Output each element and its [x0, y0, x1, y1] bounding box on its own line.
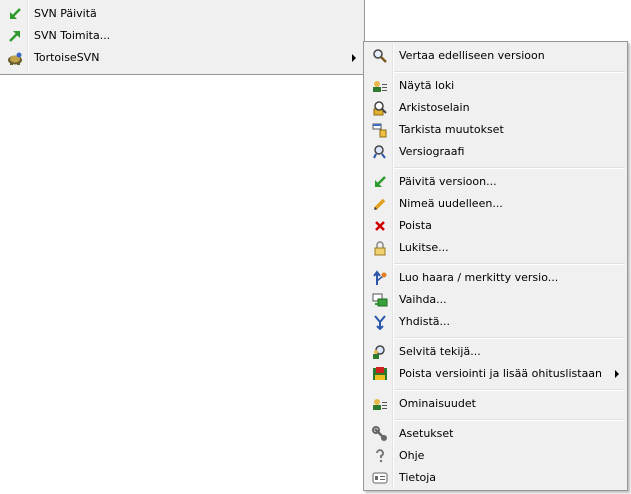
tortoisesvn-icon [7, 50, 23, 66]
menu-separator [394, 71, 625, 73]
blame-icon [372, 344, 388, 360]
update-to-revision-menu-item[interactable]: Päivitä versioon... [366, 171, 625, 193]
menu-separator [394, 337, 625, 339]
menu-separator [394, 419, 625, 421]
menu-separator [394, 167, 625, 169]
menu-item-label: Tarkista muutokset [399, 123, 504, 136]
about-menu-item[interactable]: Tietoja [366, 467, 625, 489]
menu-item-label: Poista [399, 219, 432, 232]
menu-separator [394, 263, 625, 265]
help-icon [372, 448, 388, 464]
tortoisesvn-submenu: Vertaa edelliseen versioon Näytä loki Ar… [363, 41, 628, 491]
lock-icon [372, 240, 388, 256]
svn-update-menu-item[interactable]: SVN Päivitä [1, 3, 362, 25]
menu-item-label: Lukitse... [399, 241, 449, 254]
menu-item-label: Vertaa edelliseen versioon [399, 49, 545, 62]
svn-update-icon [7, 6, 23, 22]
blame-menu-item[interactable]: Selvitä tekijä... [366, 341, 625, 363]
merge-menu-item[interactable]: Yhdistä... [366, 311, 625, 333]
tortoisesvn-menu-item[interactable]: TortoiseSVN [1, 47, 362, 69]
menu-item-label: Selvitä tekijä... [399, 345, 481, 358]
branch-tag-icon [372, 270, 388, 286]
menu-item-label: Vaihda... [399, 293, 447, 306]
menu-item-label: Asetukset [399, 427, 454, 440]
repo-browser-menu-item[interactable]: Arkistoselain [366, 97, 625, 119]
menu-item-label: Yhdistä... [399, 315, 451, 328]
menu-item-label: Luo haara / merkitty versio... [399, 271, 559, 284]
menu-item-label: Ominaisuudet [399, 397, 476, 410]
menu-item-label: Nimeä uudelleen... [399, 197, 503, 210]
log-icon [372, 78, 388, 94]
branch-tag-menu-item[interactable]: Luo haara / merkitty versio... [366, 267, 625, 289]
menu-item-label: TortoiseSVN [34, 51, 100, 64]
svn-commit-menu-item[interactable]: SVN Toimita... [1, 25, 362, 47]
diff-icon [372, 48, 388, 64]
lock-menu-item[interactable]: Lukitse... [366, 237, 625, 259]
menu-item-label: Päivitä versioon... [399, 175, 497, 188]
menu-item-label: SVN Päivitä [34, 7, 97, 20]
repo-browser-icon [372, 100, 388, 116]
delete-icon [372, 218, 388, 234]
unversion-ignore-menu-item[interactable]: Poista versiointi ja lisää ohituslistaan [366, 363, 625, 385]
menu-item-label: Näytä loki [399, 79, 455, 92]
check-modifications-menu-item[interactable]: Tarkista muutokset [366, 119, 625, 141]
submenu-arrow-icon [352, 54, 356, 62]
unversion-ignore-icon [372, 366, 388, 382]
menu-item-label: SVN Toimita... [34, 29, 111, 42]
diff-menu-item[interactable]: Vertaa edelliseen versioon [366, 45, 625, 67]
menu-item-label: Tietoja [399, 471, 437, 484]
revision-graph-icon [372, 144, 388, 160]
settings-icon [372, 426, 388, 442]
menu-item-label: Versiograafi [399, 145, 465, 158]
submenu-arrow-icon [615, 370, 619, 378]
menu-separator [394, 389, 625, 391]
settings-menu-item[interactable]: Asetukset [366, 423, 625, 445]
check-modifications-icon [372, 122, 388, 138]
svn-commit-icon [7, 28, 23, 44]
menu-item-label: Arkistoselain [399, 101, 470, 114]
delete-menu-item[interactable]: Poista [366, 215, 625, 237]
about-icon [372, 470, 388, 486]
log-menu-item[interactable]: Näytä loki [366, 75, 625, 97]
revision-graph-menu-item[interactable]: Versiograafi [366, 141, 625, 163]
merge-icon [372, 314, 388, 330]
help-menu-item[interactable]: Ohje [366, 445, 625, 467]
properties-icon [372, 396, 388, 412]
rename-icon [372, 196, 388, 212]
rename-menu-item[interactable]: Nimeä uudelleen... [366, 193, 625, 215]
menu-item-label: Poista versiointi ja lisää ohituslistaan [399, 367, 603, 380]
update-to-revision-icon [372, 174, 388, 190]
properties-menu-item[interactable]: Ominaisuudet [366, 393, 625, 415]
switch-menu-item[interactable]: Vaihda... [366, 289, 625, 311]
menu-item-label: Ohje [399, 449, 425, 462]
switch-icon [372, 292, 388, 308]
main-context-menu: SVN Päivitä SVN Toimita... TortoiseSVN [0, 0, 365, 75]
